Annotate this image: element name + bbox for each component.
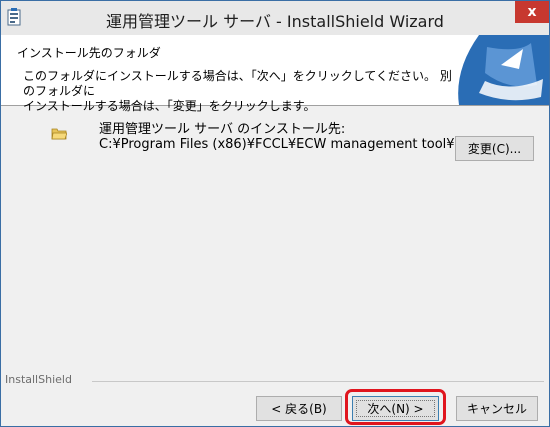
next-button-highlight — [345, 389, 446, 425]
destination-label: 運用管理ツール サーバ のインストール先: — [99, 122, 346, 137]
cancel-button[interactable]: キャンセル — [456, 396, 538, 421]
installshield-logo-icon — [458, 35, 549, 105]
change-button[interactable]: 変更(C)... — [455, 136, 534, 161]
banner-description: このフォルダにインストールする場合は、「次へ」をクリックしてください。 別のフォ… — [23, 69, 463, 114]
title-bar[interactable]: 運用管理ツール サーバ - InstallShield Wizard x — [1, 1, 549, 35]
banner-description-line2: インストールする場合は、「変更」をクリックします。 — [23, 99, 316, 113]
header-banner: インストール先のフォルダ このフォルダにインストールする場合は、「次へ」をクリッ… — [1, 35, 549, 113]
window-title: 運用管理ツール サーバ - InstallShield Wizard — [106, 12, 444, 31]
banner-title: インストール先のフォルダ — [17, 46, 161, 60]
banner-description-line1: このフォルダにインストールする場合は、「次へ」をクリックしてください。 別のフォ… — [23, 69, 452, 98]
footer-divider — [92, 381, 544, 382]
installshield-brand: InstallShield — [5, 373, 72, 386]
folder-icon — [51, 128, 67, 140]
close-button[interactable]: x — [515, 1, 549, 23]
back-button[interactable]: < 戻る(B) — [256, 396, 342, 421]
installer-window: 運用管理ツール サーバ - InstallShield Wizard x インス… — [0, 0, 550, 427]
destination-path: C:¥Program Files (x86)¥FCCL¥ECW manageme… — [99, 137, 455, 152]
